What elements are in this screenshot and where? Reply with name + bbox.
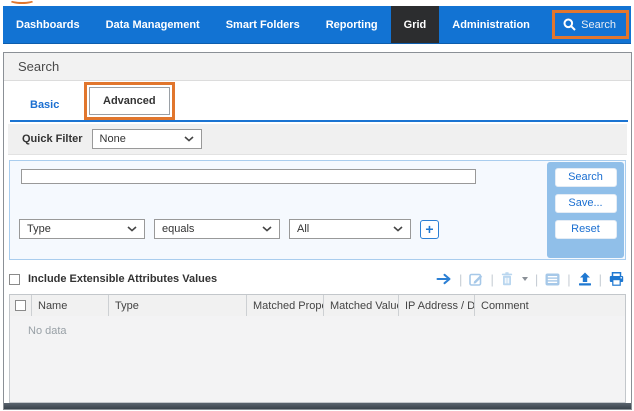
results-table-header: Name Type Matched Property Matched Value… <box>10 295 625 316</box>
toolbar-separator: | <box>459 272 462 287</box>
go-icon[interactable] <box>436 273 452 285</box>
add-filter-button[interactable]: + <box>420 220 439 239</box>
infoblox-search-screen: { "nav": { "items": [ { "label": "Dashbo… <box>0 0 634 411</box>
options-row: Include Extensible Attributes Values | | <box>9 268 626 290</box>
tab-basic[interactable]: Basic <box>30 99 59 111</box>
nav-item-data-management[interactable]: Data Management <box>93 6 213 43</box>
column-header-matched-property[interactable]: Matched Property <box>247 295 324 316</box>
results-table: Name Type Matched Property Matched Value… <box>9 294 626 316</box>
no-data-text: No data <box>28 325 67 337</box>
delete-menu-caret-icon[interactable] <box>522 277 528 281</box>
tab-advanced-annotation: Advanced <box>84 82 175 120</box>
quick-filter-select[interactable]: None <box>92 129 202 149</box>
toolbar-separator: | <box>535 272 538 287</box>
tab-underline <box>10 120 628 122</box>
page-title: Search <box>18 59 59 74</box>
export-icon[interactable] <box>578 272 592 286</box>
window-titlebar: Search <box>4 53 631 81</box>
top-navigation-bar: Dashboards Data Management Smart Folders… <box>3 6 631 44</box>
search-actions-panel: Search Save... Reset <box>547 162 624 258</box>
include-ea-checkbox[interactable] <box>9 274 20 285</box>
chevron-down-icon <box>127 226 137 232</box>
tab-advanced[interactable]: Advanced <box>89 87 170 115</box>
search-button[interactable]: Search <box>555 168 617 187</box>
window-bottom-bar <box>4 403 631 409</box>
include-ea-label: Include Extensible Attributes Values <box>28 273 217 285</box>
toolbar-separator: | <box>490 272 493 287</box>
search-label: Search <box>581 19 616 31</box>
advanced-search-panel: Type equals All + Search Save... <box>9 160 626 260</box>
global-search-button[interactable]: Search <box>552 10 629 39</box>
column-header-type[interactable]: Type <box>109 295 247 316</box>
search-window: Search Basic Advanced Quick Filter None … <box>3 52 632 410</box>
filter-field-select[interactable]: Type <box>19 219 145 239</box>
reset-button[interactable]: Reset <box>555 220 617 239</box>
filter-value-value: All <box>297 223 309 235</box>
columns-icon[interactable] <box>545 273 560 286</box>
save-button[interactable]: Save... <box>555 194 617 213</box>
chevron-down-icon <box>393 226 403 232</box>
empty-results-region: No data <box>9 316 626 403</box>
filter-criteria-row: Type equals All + <box>19 219 439 239</box>
nav-item-dashboards[interactable]: Dashboards <box>3 6 93 43</box>
column-header-name[interactable]: Name <box>32 295 109 316</box>
annotation-artifact <box>9 0 35 4</box>
column-header-ip-address-data[interactable]: IP Address / Data <box>399 295 475 316</box>
quick-filter-label: Quick Filter <box>22 133 83 145</box>
nav-item-grid[interactable]: Grid <box>391 6 440 43</box>
filter-field-value: Type <box>27 223 51 235</box>
toolbar-separator: | <box>599 272 602 287</box>
select-all-cell <box>10 295 32 316</box>
search-icon <box>563 18 576 31</box>
nav-item-reporting[interactable]: Reporting <box>313 6 391 43</box>
column-header-matched-value[interactable]: Matched Value <box>324 295 399 316</box>
results-toolbar: | | | <box>436 272 626 287</box>
print-icon[interactable] <box>609 272 624 286</box>
column-header-comment[interactable]: Comment <box>475 295 625 316</box>
toolbar-separator: | <box>567 272 570 287</box>
tab-bar: Basic Advanced <box>4 81 631 124</box>
search-query-input[interactable] <box>21 169 476 184</box>
chevron-down-icon <box>184 136 194 142</box>
select-all-checkbox[interactable] <box>15 300 26 311</box>
quick-filter-value: None <box>100 133 126 145</box>
nav-search-annotation: Search <box>552 6 631 43</box>
nav-item-administration[interactable]: Administration <box>439 6 543 43</box>
filter-value-select[interactable]: All <box>289 219 411 239</box>
edit-icon[interactable] <box>469 272 483 286</box>
filter-operator-select[interactable]: equals <box>154 219 280 239</box>
chevron-down-icon <box>262 226 272 232</box>
nav-item-smart-folders[interactable]: Smart Folders <box>213 6 313 43</box>
filter-operator-value: equals <box>162 223 194 235</box>
quick-filter-bar: Quick Filter None <box>8 124 627 155</box>
delete-icon[interactable] <box>501 272 513 286</box>
